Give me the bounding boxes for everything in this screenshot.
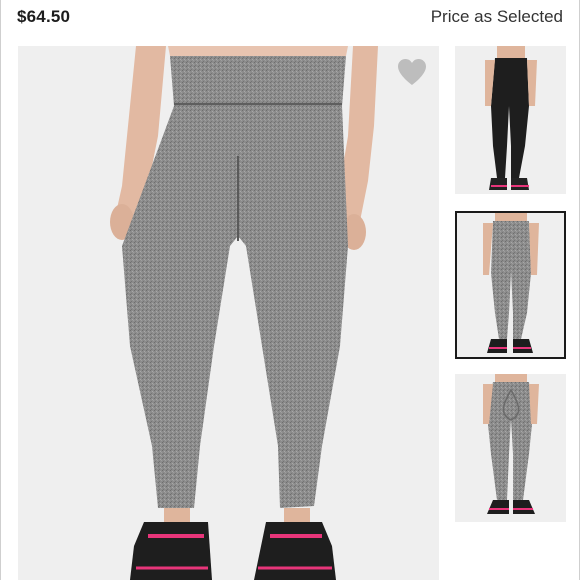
product-card: $64.50 Price as Selected [0, 0, 580, 580]
product-price: $64.50 [17, 7, 71, 26]
price-note: Price as Selected [430, 7, 563, 26]
main-product-image[interactable] [18, 46, 439, 580]
thumbnail-black-leggings[interactable] [455, 46, 566, 194]
thumbnail-gray-leggings-front[interactable] [455, 211, 566, 359]
heart-icon[interactable] [397, 58, 427, 86]
thumbnail-gray-leggings-back[interactable] [455, 374, 566, 522]
